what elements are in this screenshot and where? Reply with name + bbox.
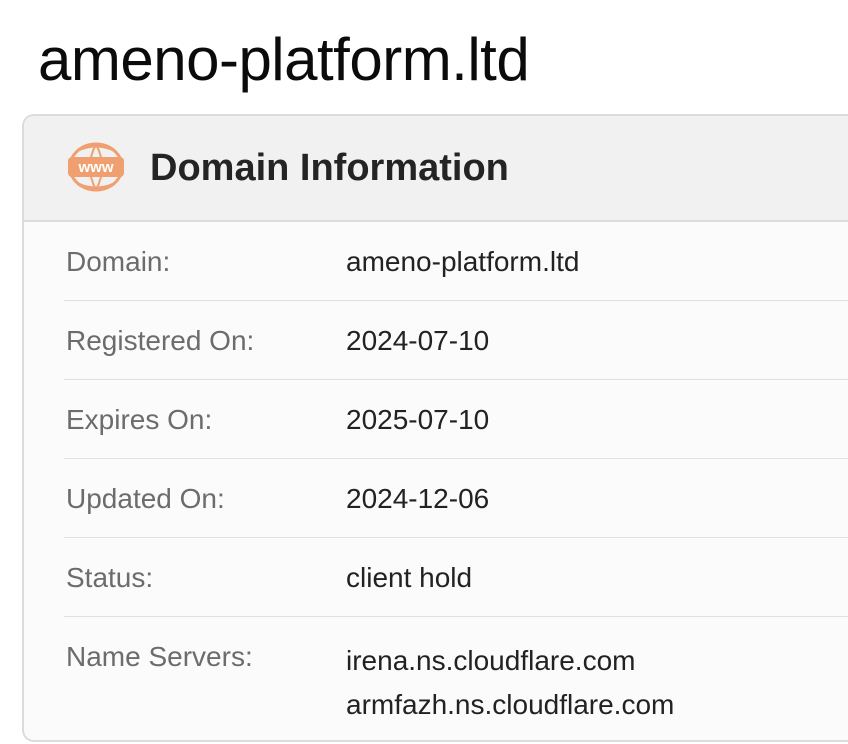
card-header: www Domain Information [24,116,848,222]
row-status: Status: client hold [64,538,848,617]
updated-on-value: 2024-12-06 [346,483,490,514]
registered-on-value: 2024-07-10 [346,325,490,356]
card-title: Domain Information [150,147,509,189]
domain-value: ameno-platform.ltd [346,246,580,277]
row-label: Registered On: [66,325,255,356]
svg-text:www: www [77,159,113,176]
row-registered-on: Registered On: 2024-07-10 [64,301,848,380]
page-title: ameno-platform.ltd [38,26,530,93]
status-value: client hold [346,562,473,593]
row-label: Domain: [66,246,171,277]
name-server-item: irena.ns.cloudflare.com [346,645,636,676]
row-label: Expires On: [66,404,213,435]
domain-information-card: www Domain Information Domain: ameno-pla… [22,114,848,742]
row-label: Updated On: [66,483,225,514]
expires-on-value: 2025-07-10 [346,404,490,435]
row-updated-on: Updated On: 2024-12-06 [64,459,848,538]
row-name-servers: Name Servers: irena.ns.cloudflare.com ar… [64,617,848,737]
domain-info-table: Domain: ameno-platform.ltd Registered On… [64,222,848,737]
name-servers-list: irena.ns.cloudflare.com armfazh.ns.cloud… [346,639,674,727]
row-domain: Domain: ameno-platform.ltd [64,222,848,301]
www-globe-icon: www [68,142,124,192]
name-server-item: armfazh.ns.cloudflare.com [346,689,675,720]
row-expires-on: Expires On: 2025-07-10 [64,380,848,459]
row-label: Name Servers: [66,641,253,672]
row-label: Status: [66,562,154,593]
